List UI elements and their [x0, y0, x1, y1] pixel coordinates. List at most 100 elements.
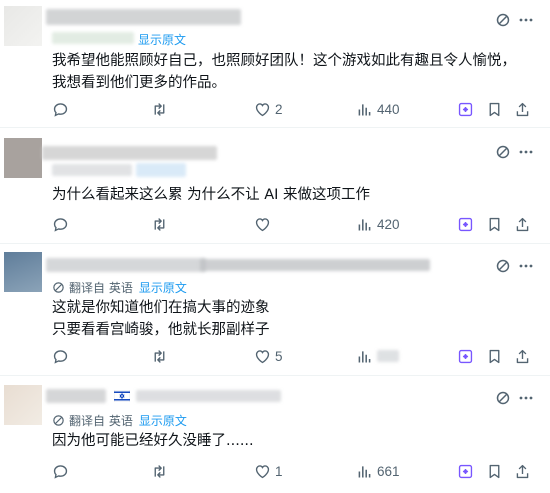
repost-icon [154, 217, 165, 231]
reply-button[interactable] [52, 461, 73, 481]
grok-button[interactable] [457, 461, 474, 481]
show-original-link[interactable]: 显示原文 [138, 31, 186, 48]
share-button[interactable] [514, 99, 531, 119]
analytics-icon [358, 218, 371, 230]
grok-icon [458, 349, 473, 363]
heart-icon [255, 349, 270, 363]
israel-flag-icon [114, 390, 130, 402]
like-button[interactable]: 1 [254, 461, 283, 481]
grok-icon [458, 102, 473, 116]
avatar[interactable] [4, 252, 42, 292]
repost-button[interactable] [151, 99, 168, 119]
share-icon [516, 349, 529, 363]
reply-icon [53, 464, 68, 479]
view-count-redacted [377, 350, 399, 362]
like-count: 5 [275, 348, 283, 364]
share-button[interactable] [514, 346, 531, 366]
view-count: 440 [377, 101, 400, 117]
author-handle-redacted [136, 390, 281, 402]
analytics-icon [358, 465, 371, 477]
action-bar: 1 661 [52, 461, 532, 481]
grok-icon [458, 464, 473, 478]
grok-icon [458, 217, 473, 231]
view-count: 420 [377, 216, 400, 232]
bookmark-icon [489, 217, 500, 231]
like-count: 2 [275, 101, 283, 117]
action-bar: 420 [52, 214, 532, 234]
analytics-icon [358, 350, 371, 362]
avatar[interactable] [4, 6, 42, 46]
post-text: 因为他可能已经好久没睡了...... [52, 433, 254, 449]
repost-button[interactable] [151, 214, 168, 234]
more-icon[interactable] [518, 12, 534, 28]
reply-icon [53, 217, 68, 232]
author-handle-redacted [52, 164, 132, 176]
view-count: 661 [377, 463, 400, 479]
bookmark-button[interactable] [486, 346, 503, 366]
bookmark-icon [489, 349, 500, 363]
post-text: 我希望他能照顾好自己，也照顾好团队！这个游戏如此有趣且令人愉悦，我想看到他们更多… [52, 53, 516, 91]
translated-from-label: 翻译自 英语 [69, 280, 133, 295]
share-icon [516, 217, 529, 231]
post-text: 这就是你知道他们在搞大事的迹象 只要看看宫崎骏，他就长那副样子 [52, 300, 270, 338]
show-original-link[interactable]: 显示原文 [139, 279, 187, 296]
reply-button[interactable] [52, 99, 73, 119]
translation-row: 翻译自 英语 显示原文 [52, 279, 187, 295]
like-button[interactable] [254, 214, 275, 234]
repost-button[interactable] [151, 346, 168, 366]
grok-button[interactable] [457, 214, 474, 234]
share-button[interactable] [514, 214, 531, 234]
heart-icon [255, 217, 270, 231]
post-4: 翻译自 英语 显示原文 因为他可能已经好久没睡了...... 1 661 [0, 376, 550, 493]
like-count: 1 [275, 463, 283, 479]
no-entry-icon[interactable] [495, 258, 511, 274]
reply-icon [53, 102, 68, 117]
repost-icon [154, 464, 165, 478]
reply-button[interactable] [52, 346, 73, 366]
avatar[interactable] [4, 385, 42, 425]
translation-row: 翻译自 英语 显示原文 [52, 412, 187, 428]
repost-icon [154, 349, 165, 363]
bookmark-button[interactable] [486, 99, 503, 119]
author-name-redacted [46, 389, 106, 403]
avatar[interactable] [4, 138, 42, 178]
post-2: 为什么看起来这么累 为什么不让 AI 来做这项工作 420 [0, 128, 550, 244]
author-name-redacted [46, 9, 241, 25]
like-button[interactable]: 2 [254, 99, 283, 119]
views-button[interactable]: 440 [356, 99, 400, 119]
share-icon [516, 102, 529, 116]
action-bar: 2 440 [52, 99, 532, 119]
bookmark-icon [489, 102, 500, 116]
no-entry-icon[interactable] [495, 12, 511, 28]
translate-icon [53, 414, 64, 426]
repost-button[interactable] [151, 461, 168, 481]
heart-icon [255, 102, 270, 116]
post-3: 翻译自 英语 显示原文 这就是你知道他们在搞大事的迹象 只要看看宫崎骏，他就长那… [0, 244, 550, 376]
views-button[interactable]: 420 [356, 214, 400, 234]
bookmark-button[interactable] [486, 461, 503, 481]
author-name-redacted [46, 258, 206, 272]
no-entry-icon[interactable] [495, 144, 511, 160]
more-icon[interactable] [518, 144, 534, 160]
bookmark-button[interactable] [486, 214, 503, 234]
post-text: 为什么看起来这么累 为什么不让 AI 来做这项工作 [52, 187, 371, 203]
views-button[interactable] [356, 346, 399, 366]
author-handle-redacted [200, 259, 430, 271]
like-button[interactable]: 5 [254, 346, 283, 366]
grok-button[interactable] [457, 346, 474, 366]
repost-icon [154, 102, 165, 116]
share-button[interactable] [514, 461, 531, 481]
views-button[interactable]: 661 [356, 461, 400, 481]
author-name-redacted [42, 146, 217, 160]
grok-button[interactable] [457, 99, 474, 119]
no-entry-icon[interactable] [495, 390, 511, 406]
show-original-link[interactable]: 显示原文 [139, 412, 187, 429]
author-handle-redacted [52, 32, 134, 44]
reply-button[interactable] [52, 214, 73, 234]
heart-icon [255, 464, 270, 478]
reply-icon [53, 349, 68, 364]
translated-from-label: 翻译自 英语 [69, 413, 133, 428]
more-icon[interactable] [518, 258, 534, 274]
more-icon[interactable] [518, 390, 534, 406]
share-icon [516, 464, 529, 478]
